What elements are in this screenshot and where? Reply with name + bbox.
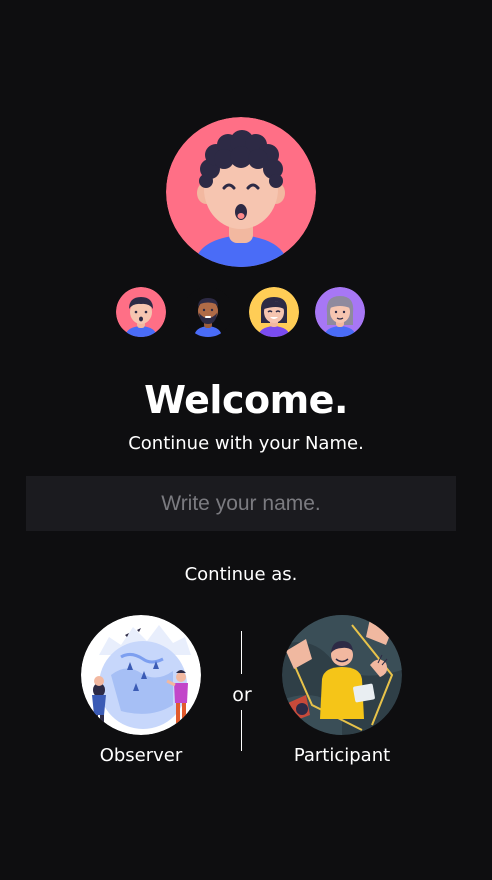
participant-label: Participant	[293, 745, 391, 766]
selected-avatar	[166, 117, 316, 267]
girl-avatar-icon	[249, 287, 299, 337]
name-input[interactable]	[26, 476, 456, 531]
avatar-options	[116, 287, 366, 337]
participant-image	[282, 615, 402, 735]
curly-hair-boy-avatar-icon	[166, 117, 316, 267]
divider-line-top	[241, 631, 242, 674]
bearded-man-avatar-icon	[183, 287, 233, 337]
continue-as-label: Continue as.	[184, 564, 298, 585]
avatar-option-grey-hair-woman[interactable]	[315, 287, 365, 337]
observer-image	[81, 615, 201, 735]
avatar-option-girl[interactable]	[249, 287, 299, 337]
participant-option[interactable]: Participant	[282, 615, 402, 766]
grey-hair-woman-avatar-icon	[315, 287, 365, 337]
divider-line-bottom	[241, 710, 242, 751]
observer-option[interactable]: Observer	[81, 615, 201, 766]
avatar-option-boy[interactable]	[116, 287, 166, 337]
observer-globe-illustration	[81, 615, 201, 735]
page-title: Welcome.	[144, 378, 348, 422]
avatar-option-bearded-man[interactable]	[183, 287, 233, 337]
or-separator: or	[232, 684, 252, 706]
boy-avatar-icon	[116, 287, 166, 337]
participant-illustration	[282, 615, 402, 735]
page-subtitle: Continue with your Name.	[128, 433, 364, 454]
observer-label: Observer	[99, 745, 183, 766]
